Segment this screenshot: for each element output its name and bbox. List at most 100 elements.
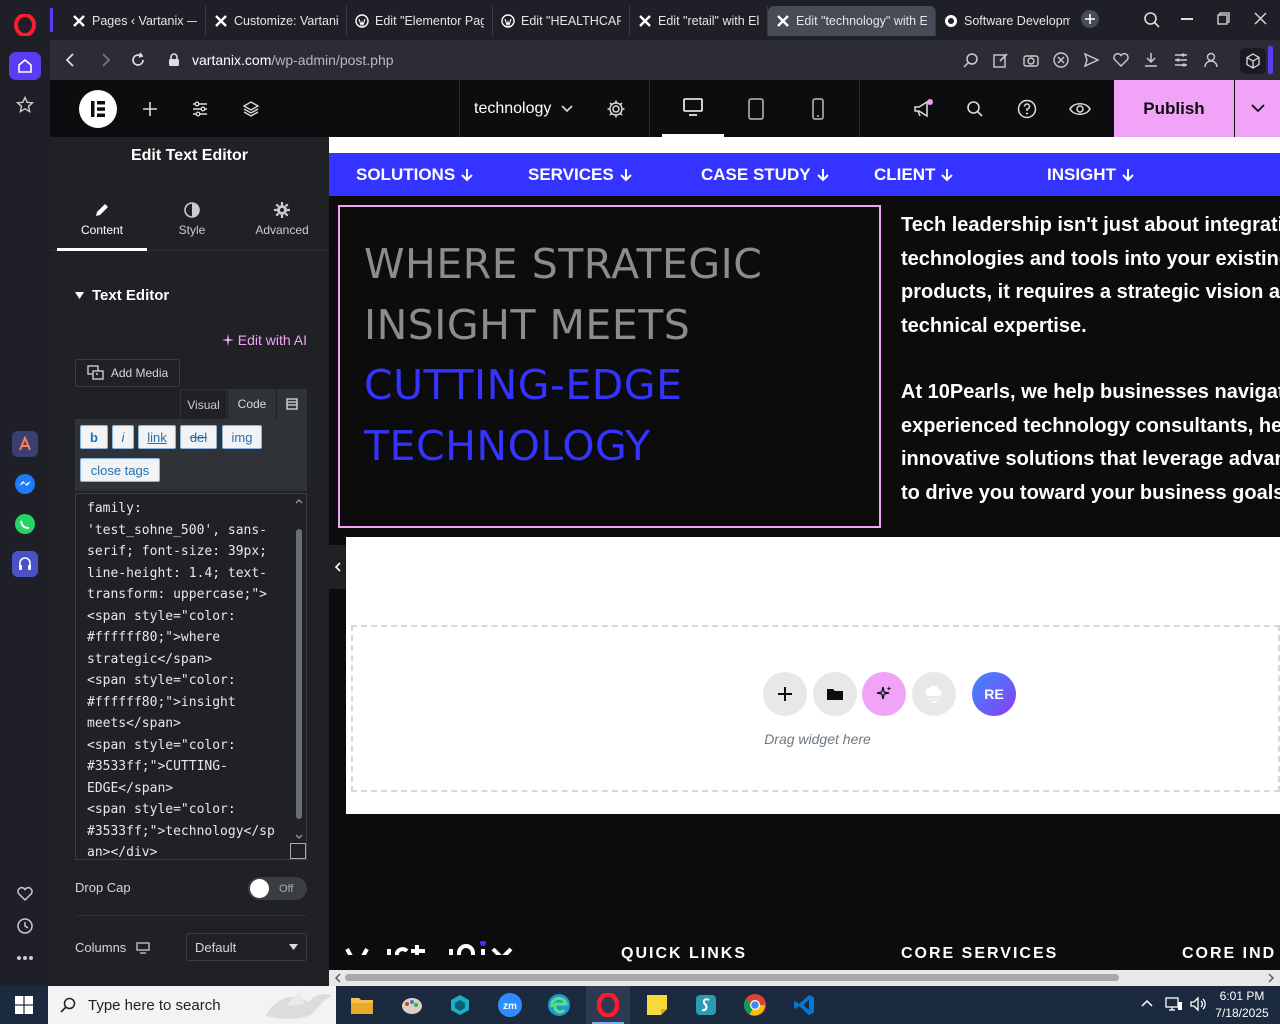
collapse-panel-handle[interactable]	[329, 545, 346, 589]
drop-cap-toggle[interactable]: Off	[248, 877, 307, 900]
browser-tab[interactable]: Edit "Elementor Page	[347, 6, 493, 36]
minimize-icon[interactable]	[1181, 18, 1193, 20]
camera-icon[interactable]	[1022, 51, 1040, 69]
mobile-view-button[interactable]	[794, 80, 842, 137]
code-tab[interactable]: Code	[228, 389, 276, 419]
file-explorer-icon[interactable]	[340, 986, 384, 1024]
publish-button[interactable]: Publish	[1114, 80, 1234, 137]
desktop-view-button[interactable]	[662, 80, 724, 137]
adblock-icon[interactable]	[1052, 51, 1070, 69]
profile-icon[interactable]	[1202, 51, 1220, 69]
send-icon[interactable]	[1082, 51, 1100, 69]
section-toggle[interactable]: Text Editor	[75, 287, 169, 304]
page-name-dropdown[interactable]: technology	[474, 80, 582, 137]
favorites-icon[interactable]	[1112, 51, 1130, 69]
notifications-button[interactable]	[905, 80, 941, 137]
app-3d-icon[interactable]	[438, 986, 482, 1024]
start-button[interactable]	[2, 986, 46, 1024]
edit-icon[interactable]	[992, 51, 1010, 69]
img-button[interactable]: img	[222, 425, 262, 449]
resize-handle[interactable]	[290, 843, 306, 859]
tablet-view-button[interactable]	[732, 80, 780, 137]
taskbar-search-box[interactable]: Type here to search	[48, 986, 336, 1024]
browser-tab-active[interactable]: Edit "technology" with Ele	[768, 6, 936, 36]
columns-select[interactable]: Default	[186, 933, 307, 961]
add-media-button[interactable]: Add Media	[75, 359, 180, 387]
cloud-templates-button[interactable]	[912, 672, 956, 716]
drop-zone[interactable]: RE Drag widget here	[351, 625, 1280, 792]
edge-icon[interactable]	[537, 986, 581, 1024]
music-player-icon[interactable]	[12, 551, 38, 577]
opera-logo-icon[interactable]	[12, 12, 38, 38]
zoom-app-icon[interactable]: zm	[488, 986, 532, 1024]
vscode-icon[interactable]	[782, 986, 826, 1024]
nav-case-study[interactable]: CASE STUDY	[701, 153, 829, 196]
link-button[interactable]: link	[138, 425, 176, 449]
sticky-notes-icon[interactable]	[635, 986, 679, 1024]
extensions-button[interactable]	[1240, 48, 1266, 74]
structure-button[interactable]	[233, 80, 269, 137]
tray-overflow-icon[interactable]	[1140, 998, 1154, 1008]
browser-tab[interactable]: Pages ‹ Vartanix — W	[64, 6, 206, 36]
new-tab-button[interactable]	[1081, 10, 1099, 28]
home-icon[interactable]	[9, 52, 41, 80]
clock[interactable]: 6:01 PM 7/18/2025	[1212, 988, 1272, 1022]
scroll-thumb[interactable]	[296, 529, 302, 819]
tab-style[interactable]: Style	[147, 189, 237, 251]
history-icon[interactable]	[12, 913, 38, 939]
bold-button[interactable]: b	[80, 425, 108, 449]
ai-build-button[interactable]	[862, 672, 906, 716]
easy-setup-icon[interactable]	[1172, 51, 1190, 69]
nav-solutions[interactable]: SOLUTIONS	[356, 153, 473, 196]
download-icon[interactable]	[1142, 51, 1160, 69]
reload-icon[interactable]	[130, 52, 146, 68]
add-section-button[interactable]	[763, 672, 807, 716]
heart-icon[interactable]	[12, 881, 38, 907]
close-window-icon[interactable]	[1254, 12, 1267, 25]
help-button[interactable]	[1009, 80, 1045, 137]
del-button[interactable]: del	[180, 425, 217, 449]
messenger-icon[interactable]	[12, 471, 38, 497]
publish-options-button[interactable]	[1235, 80, 1280, 137]
horizontal-scrollbar[interactable]	[329, 970, 1280, 986]
nav-services[interactable]: SERVICES	[528, 153, 632, 196]
add-element-button[interactable]	[132, 80, 168, 137]
page-settings-button[interactable]	[598, 80, 634, 137]
back-icon[interactable]	[64, 53, 76, 67]
re-addon-button[interactable]: RE	[972, 672, 1016, 716]
visual-tab[interactable]: Visual	[180, 389, 227, 419]
browser-tab[interactable]: Customize: Vartanix |	[206, 6, 347, 36]
restore-icon[interactable]	[1217, 12, 1230, 25]
opera-taskbar-icon[interactable]	[586, 986, 630, 1024]
nav-insight[interactable]: INSIGHT	[1047, 153, 1134, 196]
code-textarea[interactable]: family: 'test_sohne_500', sans-serif; fon…	[75, 493, 307, 860]
tab-search-icon[interactable]	[1143, 11, 1161, 29]
tab-advanced[interactable]: Advanced	[237, 189, 327, 251]
tab-content[interactable]: Content	[57, 189, 147, 251]
aria-icon[interactable]	[12, 431, 38, 457]
paint-icon[interactable]	[390, 986, 434, 1024]
browser-tab[interactable]: Edit "retail" with Elen	[630, 6, 768, 36]
italic-button[interactable]: i	[112, 425, 134, 449]
code-scrollbar[interactable]	[292, 494, 306, 859]
whatsapp-icon[interactable]	[12, 511, 38, 537]
add-template-button[interactable]	[813, 672, 857, 716]
nav-client[interactable]: CLIENT	[874, 153, 954, 196]
star-icon[interactable]	[12, 92, 38, 118]
site-settings-button[interactable]	[182, 80, 218, 137]
volume-icon[interactable]	[1190, 996, 1208, 1012]
network-icon[interactable]	[1165, 996, 1183, 1012]
edit-with-ai-link[interactable]: Edit with AI	[221, 332, 307, 348]
sublime-like-icon[interactable]	[684, 986, 728, 1024]
finder-button[interactable]	[957, 80, 993, 137]
browser-tab[interactable]: Edit "HEALTHCARE"	[493, 6, 630, 36]
chrome-icon[interactable]	[733, 986, 777, 1024]
close-tags-button[interactable]: close tags	[80, 458, 160, 482]
elementor-logo-button[interactable]	[78, 80, 118, 137]
preview-button[interactable]	[1062, 80, 1098, 137]
browser-tab[interactable]: Software Developme	[936, 6, 1078, 36]
text-editor-widget[interactable]: WHERE STRATEGIC INSIGHT MEETS CUTTING-ED…	[338, 205, 881, 528]
forward-icon[interactable]	[100, 53, 112, 67]
toolbar-toggle-button[interactable]	[277, 389, 307, 419]
scroll-thumb[interactable]	[345, 974, 1119, 981]
